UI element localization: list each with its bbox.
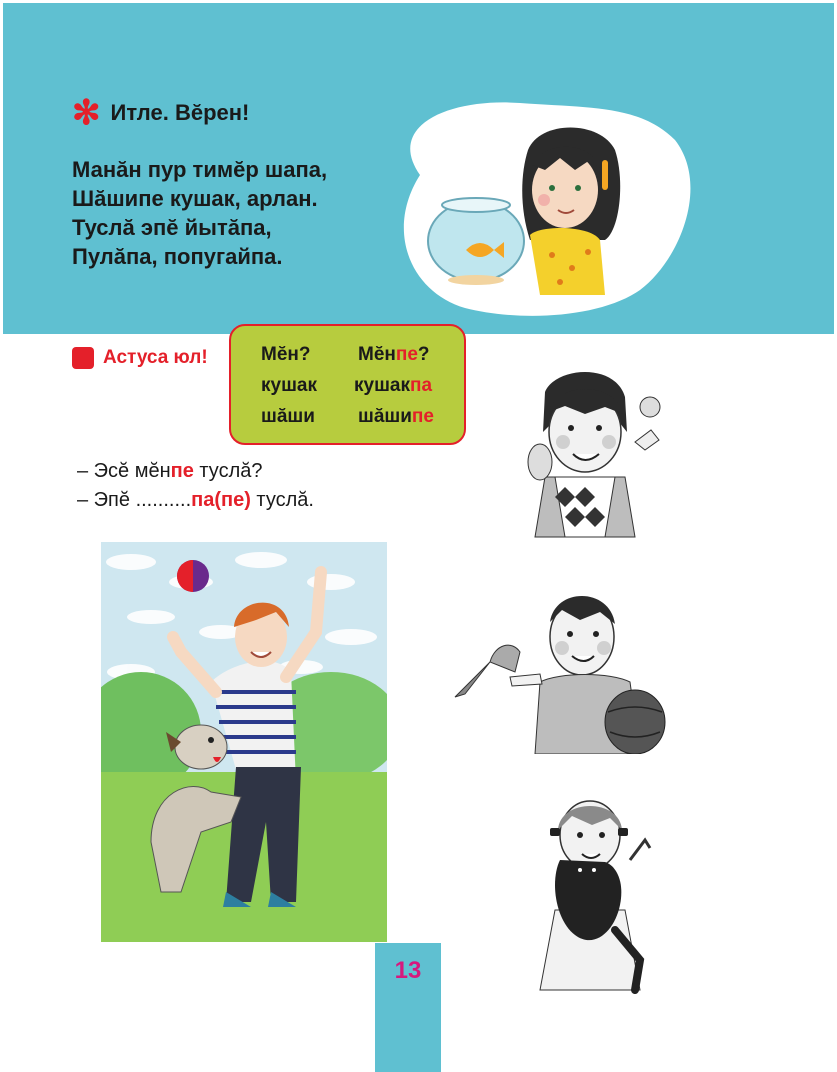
rule-row2-suffix: пе [411,406,434,427]
poem: Манăн пур тимĕр шапа, Шăшипе кушак, арла… [72,155,327,271]
dialogue-line2-highlight: па(пе) [191,489,251,511]
boy-with-dog-illustration [101,542,387,942]
rule-col2-header-base: Мĕн [358,344,396,365]
rule-col1-header: Мĕн? [261,344,311,365]
rule-table: Мĕн? Мĕнпе? кушак кушакпа шăши шăшипе [229,324,466,445]
dialogue-line1-suffix: туслă? [193,460,263,482]
rule-row2-base: шăши [358,406,412,427]
dialogue-line-1: – Эсĕ мĕнпе туслă? [77,457,314,486]
asterisk-icon: ✻ [72,94,101,132]
rule-col2-header-suffix: пе [395,344,418,365]
poem-line: Туслă эпĕ йытăпа, [72,215,272,240]
dialogue: – Эсĕ мĕнпе туслă? – Эпĕ ..........па(пе… [77,457,314,515]
girl-with-cat-illustration [539,800,652,994]
dialogue-line1-prefix: – Эсĕ мĕн [77,460,171,482]
dialogue-line-2: – Эпĕ ..........па(пе) туслă. [77,486,314,515]
heading-text: Итле. Вĕрен! [110,100,250,125]
remember-callout: Астуса юл! [72,347,208,369]
rule-row1-base: кушак [354,375,410,396]
dialogue-line2-prefix: – Эпĕ .......... [77,489,192,511]
poem-line: Манăн пур тимĕр шапа, [72,157,328,182]
exercise-heading: ✻ Итле. Вĕрен! [72,96,249,130]
boy-with-mouse-illustration [527,372,661,538]
dialogue-line2-suffix: туслă. [250,489,314,511]
dialogue-line1-highlight: пе [170,460,194,482]
rule-col2-header-q: ? [417,344,430,365]
rule-col2-header: Мĕнпе? [358,344,430,366]
rule-row2-word: шăши [261,406,315,427]
poem-line: Пулăпа, попугайпа. [72,244,283,269]
poem-line: Шăшипе кушак, арлан. [72,186,318,211]
boy-with-parrot-illustration [454,595,666,754]
red-square-icon [72,347,94,369]
page-number: 13 [394,957,422,984]
rule-row1-form: кушакпа [354,375,432,397]
remember-label: Астуса юл! [103,347,208,368]
rule-row1-word: кушак [261,375,317,396]
rule-row1-suffix: па [410,375,433,396]
rule-row2-form: шăшипе [358,406,434,428]
